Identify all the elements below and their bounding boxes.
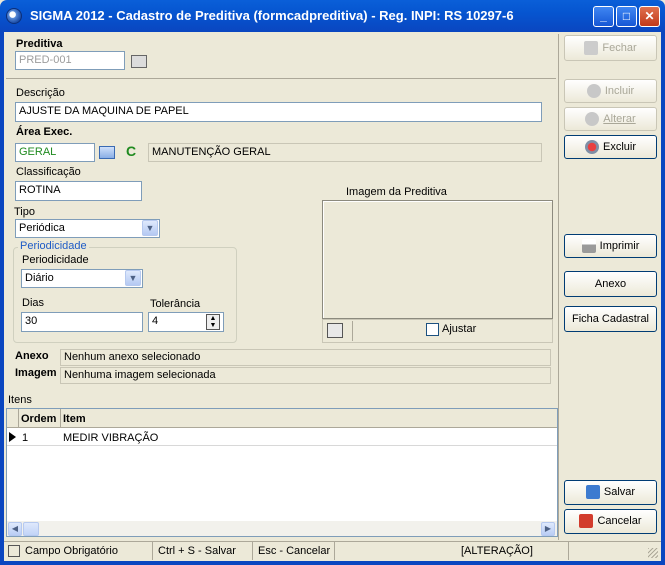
gear-edit-icon xyxy=(585,112,600,127)
load-image-icon[interactable] xyxy=(327,323,343,338)
maximize-button[interactable]: □ xyxy=(616,6,637,27)
minimize-button[interactable]: _ xyxy=(593,6,614,27)
fechar-button[interactable]: Fechar xyxy=(564,35,657,61)
image-preview[interactable] xyxy=(322,200,553,319)
area-exec-code-field[interactable]: GERAL xyxy=(15,143,95,162)
cancel-icon xyxy=(579,514,594,529)
incluir-label: Incluir xyxy=(604,85,635,97)
imprimir-label: Imprimir xyxy=(599,240,640,252)
header-separator xyxy=(6,78,556,79)
window-title: SIGMA 2012 - Cadastro de Preditiva (form… xyxy=(30,8,514,23)
resize-grip-icon[interactable] xyxy=(648,548,658,558)
anexo-value: Nenhum anexo selecionado xyxy=(60,349,551,366)
lookup-icon[interactable] xyxy=(131,55,147,68)
app-icon[interactable] xyxy=(6,8,22,24)
incluir-button[interactable]: Incluir xyxy=(564,79,657,103)
printer-icon xyxy=(581,239,596,254)
tolerancia-spinner[interactable]: ▲ ▼ xyxy=(206,314,220,330)
grid-column-ordem[interactable]: Ordem xyxy=(21,413,56,425)
tipo-dropdown-arrow-icon[interactable]: ▼ xyxy=(142,220,158,236)
ajustar-checkbox[interactable] xyxy=(426,323,439,336)
refresh-icon[interactable]: C xyxy=(126,143,136,159)
alterar-label: Alterar xyxy=(603,113,636,125)
imprimir-button[interactable]: Imprimir xyxy=(564,234,657,258)
tipo-select-value: Periódica xyxy=(19,222,65,234)
imagem-value: Nenhuma imagem selecionada xyxy=(60,367,551,384)
status-obrigatorio: Campo Obrigatório xyxy=(25,545,118,557)
window-frame-left xyxy=(0,32,4,565)
itens-label: Itens xyxy=(8,394,32,406)
area-exec-label: Área Exec. xyxy=(16,126,73,138)
descricao-field[interactable]: AJUSTE DA MAQUINA DE PAPEL xyxy=(15,102,542,122)
excluir-button[interactable]: Excluir xyxy=(564,135,657,159)
preditiva-field[interactable]: PRED-001 xyxy=(15,51,125,70)
descricao-label: Descrição xyxy=(16,87,65,99)
excluir-label: Excluir xyxy=(602,141,636,153)
grid-column-divider xyxy=(60,409,61,428)
required-field-swatch xyxy=(8,545,20,557)
row-item: MEDIR VIBRAÇÃO xyxy=(63,432,159,444)
button-panel-separator xyxy=(558,34,559,540)
anexo-button[interactable]: Anexo xyxy=(564,271,657,297)
ficha-cadastral-button[interactable]: Ficha Cadastral xyxy=(564,306,657,332)
preditiva-label: Preditiva xyxy=(16,38,63,50)
status-salvar-hint: Ctrl + S - Salvar xyxy=(152,542,236,560)
cancelar-button[interactable]: Cancelar xyxy=(564,509,657,534)
imagem-preditiva-title: Imagem da Preditiva xyxy=(346,186,447,198)
scroll-right-icon[interactable]: ▶ xyxy=(541,522,555,536)
alterar-button[interactable]: Alterar xyxy=(564,107,657,131)
status-cancelar-hint: Esc - Cancelar xyxy=(252,542,330,560)
anexo-label: Anexo xyxy=(15,350,49,362)
door-icon xyxy=(584,41,599,56)
status-empty-panel xyxy=(568,542,648,560)
periodicidade-label: Periodicidade xyxy=(22,254,89,266)
area-exec-description: MANUTENÇÃO GERAL xyxy=(148,143,542,162)
gear-delete-icon xyxy=(584,140,599,155)
row-pointer-icon xyxy=(9,432,16,442)
tipo-label: Tipo xyxy=(14,206,35,218)
area-lookup-icon[interactable] xyxy=(99,146,115,159)
close-button[interactable]: ✕ xyxy=(639,6,660,27)
classificacao-field[interactable]: ROTINA xyxy=(15,181,142,201)
periodicidade-dropdown-arrow-icon[interactable]: ▼ xyxy=(125,270,141,286)
grid-indicator-header xyxy=(7,409,19,428)
periodicidade-group-title: Periodicidade xyxy=(18,240,89,252)
fechar-label: Fechar xyxy=(602,42,637,54)
dias-field[interactable]: 30 xyxy=(21,312,143,332)
salvar-button[interactable]: Salvar xyxy=(564,480,657,505)
periodicidade-select-value: Diário xyxy=(25,272,54,284)
cancelar-label: Cancelar xyxy=(597,515,642,527)
dias-label: Dias xyxy=(22,297,45,309)
grid-column-item[interactable]: Item xyxy=(63,413,86,425)
grid-horizontal-scrollbar[interactable] xyxy=(7,521,557,536)
image-toolbar-divider xyxy=(352,321,353,341)
classificacao-label: Classificação xyxy=(16,166,81,178)
imagem-label: Imagem xyxy=(15,367,57,379)
salvar-label: Salvar xyxy=(603,486,636,498)
gear-add-icon xyxy=(586,84,601,99)
status-mode: [ALTERAÇÃO] xyxy=(334,542,568,560)
scroll-left-icon[interactable]: ◀ xyxy=(8,522,22,536)
tolerancia-label: Tolerância xyxy=(150,298,201,310)
grid-header xyxy=(7,409,557,428)
row-ordem: 1 xyxy=(22,432,29,444)
scrollbar-thumb[interactable] xyxy=(23,522,39,536)
tipo-select[interactable]: Periódica xyxy=(15,219,160,238)
save-disk-icon xyxy=(585,485,600,500)
window-frame-right xyxy=(661,32,665,565)
ajustar-label: Ajustar xyxy=(442,323,477,335)
window-frame-bottom xyxy=(0,561,665,565)
